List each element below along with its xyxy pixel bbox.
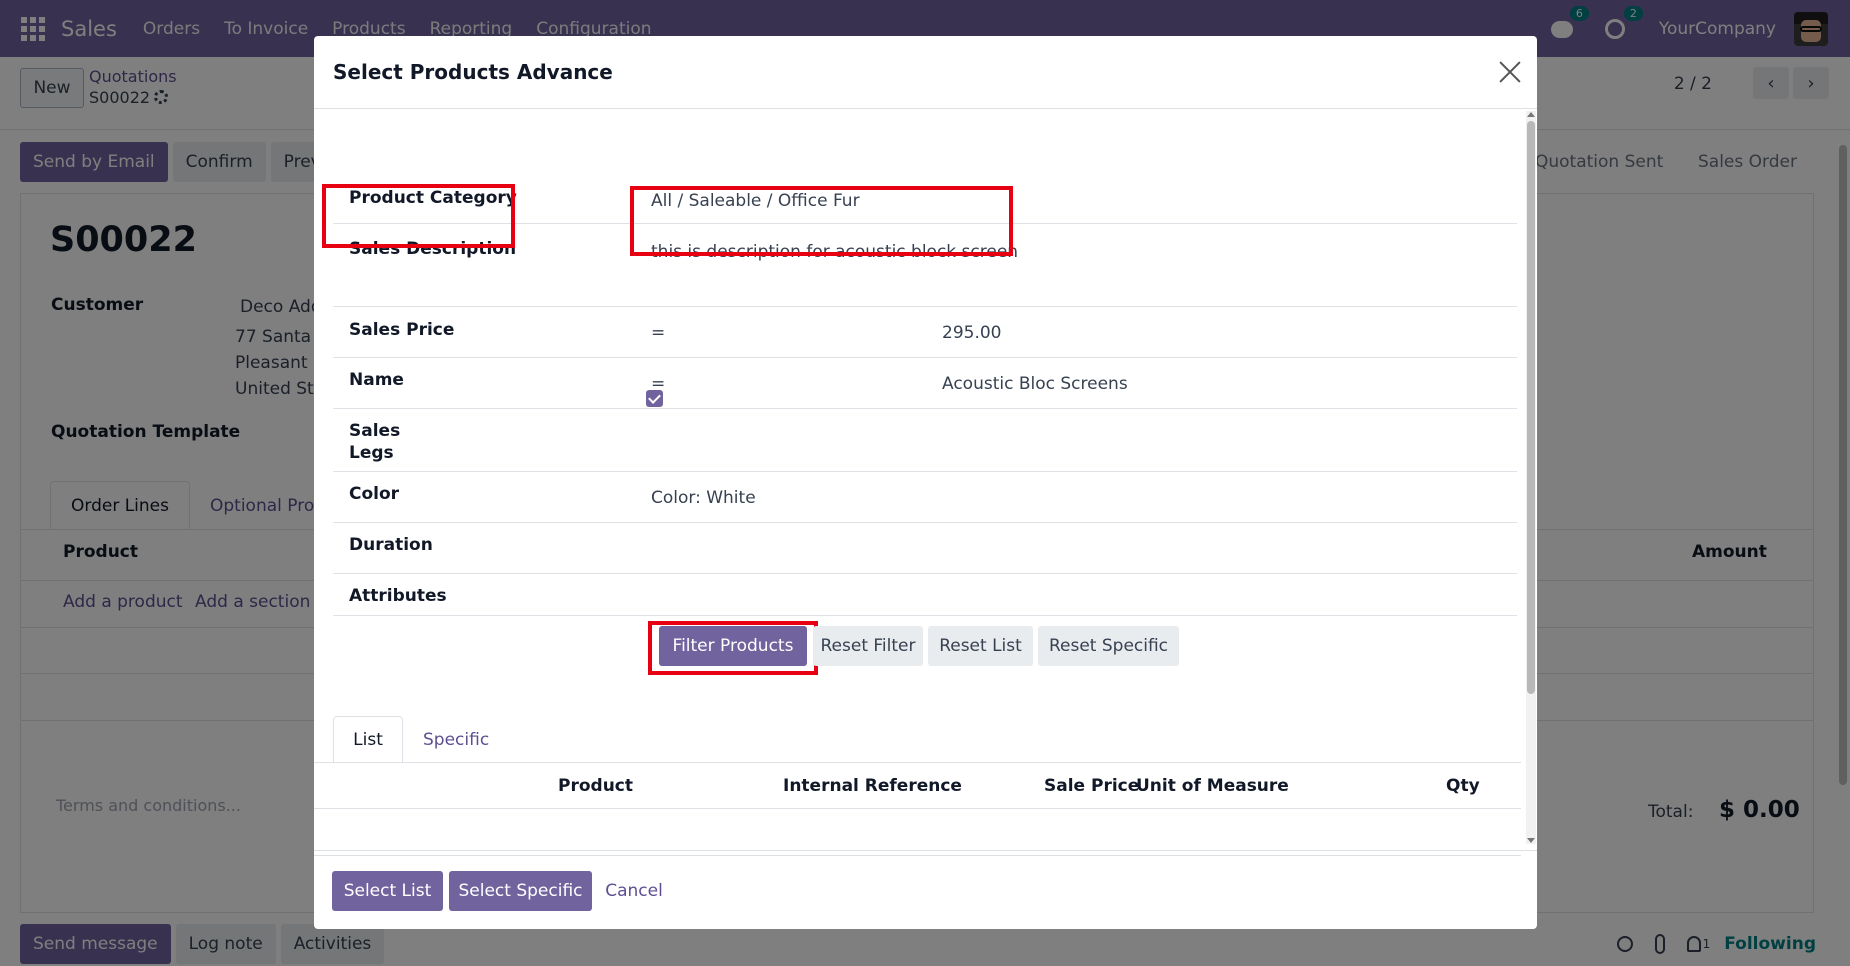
row-legs: [333, 409, 1517, 472]
highlight-box: [648, 621, 818, 675]
cancel-button[interactable]: Cancel: [604, 871, 664, 911]
legs-label: Legs: [349, 443, 394, 463]
column-product[interactable]: Product: [558, 776, 633, 796]
color-field[interactable]: Color: White: [651, 488, 756, 508]
select-products-dialog: Select Products Advance Product Category…: [314, 36, 1537, 929]
reset-list-button[interactable]: Reset List: [928, 626, 1033, 666]
sales-price-label: Sales Price: [349, 320, 455, 340]
name-label: Name: [349, 370, 404, 390]
row-attributes: [333, 574, 1517, 616]
highlight-box: [630, 186, 1013, 256]
table-header-divider: [314, 808, 1521, 809]
name-value[interactable]: Acoustic Bloc Screens: [942, 374, 1128, 394]
tabs-divider: [314, 762, 1521, 763]
sales-checkbox[interactable]: [646, 390, 663, 407]
color-label: Color: [349, 484, 400, 504]
highlight-box: [322, 184, 515, 248]
sales-price-operator[interactable]: =: [651, 323, 665, 343]
row-color: [333, 472, 1517, 523]
row-duration: [333, 523, 1517, 574]
select-list-button[interactable]: Select List: [332, 871, 443, 911]
column-sale-price[interactable]: Sale Price: [1044, 776, 1139, 796]
sales-price-value[interactable]: 295.00: [942, 323, 1001, 343]
column-internal-reference[interactable]: Internal Reference: [783, 776, 962, 796]
dialog-title: Select Products Advance: [333, 60, 613, 84]
dialog-scrollbar[interactable]: [1526, 111, 1536, 844]
select-specific-button[interactable]: Select Specific: [449, 871, 592, 911]
duration-label: Duration: [349, 535, 433, 555]
dialog-header: Select Products Advance: [314, 36, 1537, 109]
close-icon[interactable]: [1496, 58, 1524, 86]
reset-specific-button[interactable]: Reset Specific: [1038, 626, 1179, 666]
dialog-footer: Select List Select Specific Cancel: [314, 850, 1537, 929]
row-sales-price: [333, 307, 1517, 358]
tab-specific[interactable]: Specific: [423, 716, 489, 763]
column-qty[interactable]: Qty: [1446, 776, 1480, 796]
reset-filter-button[interactable]: Reset Filter: [813, 626, 923, 666]
tab-list[interactable]: List: [333, 716, 403, 763]
attributes-label: Attributes: [349, 586, 447, 606]
column-unit-of-measure[interactable]: Unit of Measure: [1136, 776, 1289, 796]
row-name: [333, 358, 1517, 409]
